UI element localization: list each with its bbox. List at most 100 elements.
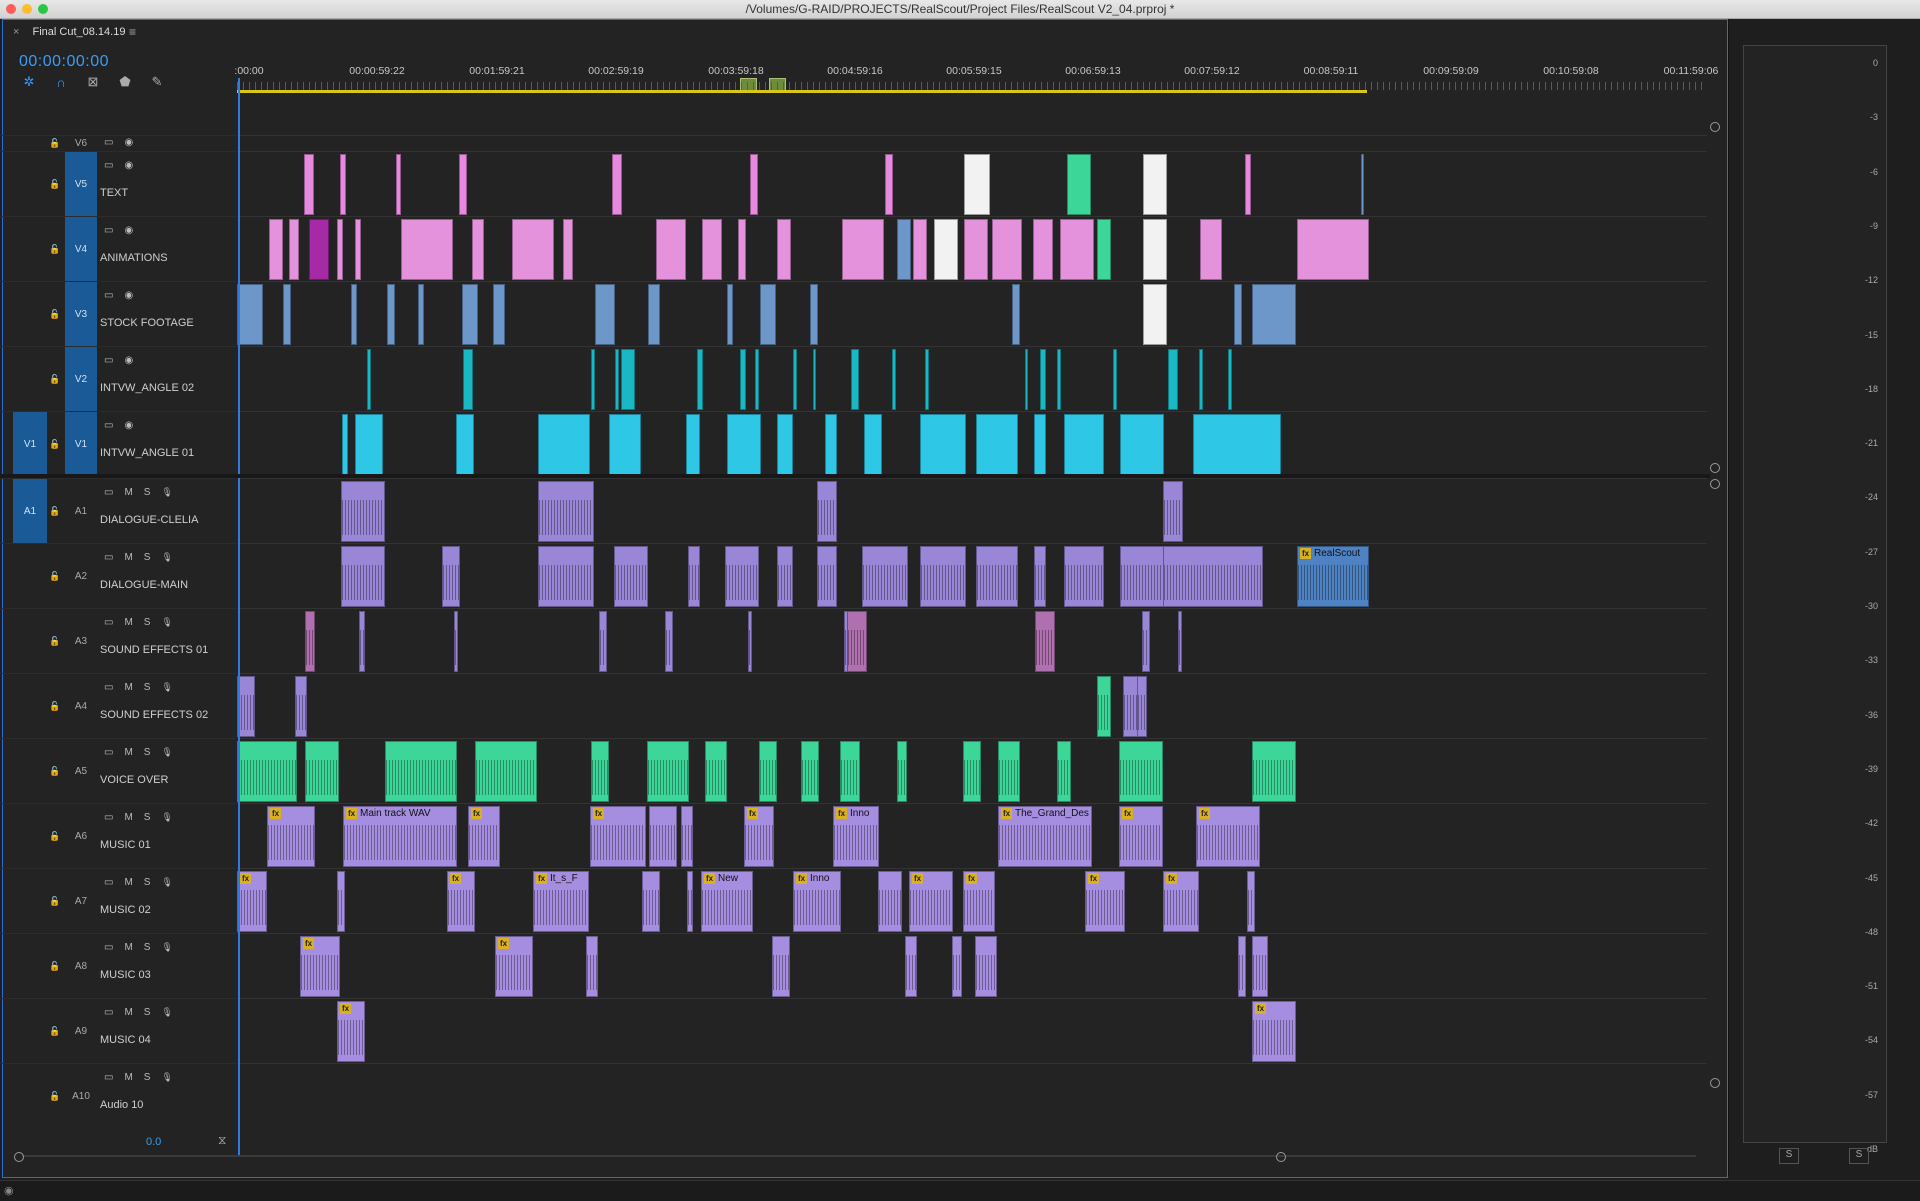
microphone-icon[interactable]: 🎙 (161, 1007, 172, 1018)
audio-clip[interactable] (975, 936, 997, 997)
time-ruler[interactable]: :00:00 00:00:59:22 00:01:59:21 00:02:59:19 0… (234, 32, 1718, 93)
video-clip[interactable] (304, 154, 314, 215)
audio-clip[interactable] (1057, 741, 1071, 802)
eye-icon[interactable]: ◉ (124, 290, 133, 301)
track-lane-a2[interactable]: fx RealScout (237, 543, 1707, 609)
mute-button[interactable]: M (124, 812, 132, 823)
audio-clip[interactable] (649, 806, 677, 867)
video-clip[interactable] (1245, 154, 1251, 215)
status-icon[interactable]: ◉ (4, 1184, 14, 1197)
track-name[interactable]: MUSIC 03 (100, 969, 151, 981)
audio-clip[interactable] (385, 741, 457, 802)
meter-solo-left[interactable]: S (1779, 1148, 1799, 1164)
video-clip[interactable] (367, 349, 371, 410)
scroll-left-knob[interactable] (14, 1152, 24, 1162)
video-clip[interactable] (387, 284, 395, 345)
video-clip[interactable] (538, 414, 590, 475)
playhead[interactable] (238, 78, 240, 1155)
lock-icon[interactable]: 🔓 (49, 1026, 60, 1037)
audio-clip[interactable] (687, 871, 693, 932)
audio-clip[interactable] (1247, 871, 1255, 932)
video-clip[interactable] (340, 154, 346, 215)
audio-clip[interactable] (591, 741, 609, 802)
audio-clip[interactable]: fx (300, 936, 340, 997)
audio-clip[interactable] (614, 546, 648, 607)
audio-clip[interactable] (963, 741, 981, 802)
video-clip[interactable] (289, 219, 299, 280)
video-clip[interactable] (1033, 219, 1053, 280)
track-target-a10[interactable]: A10 (65, 1064, 97, 1129)
add-marker-icon[interactable]: ⬟ (117, 74, 133, 90)
track-target-a1[interactable]: A1 (65, 479, 97, 544)
audio-clip[interactable] (341, 546, 385, 607)
video-clip[interactable] (1120, 414, 1164, 475)
video-clip[interactable] (1057, 349, 1061, 410)
audio-clip[interactable]: fx (1119, 806, 1163, 867)
video-clip[interactable] (563, 219, 573, 280)
track-lane-v1[interactable] (237, 411, 1707, 477)
sequence-tab[interactable]: × Final Cut_08.14.19 (13, 26, 125, 38)
wrench-settings-icon[interactable]: ✎ (149, 74, 165, 90)
audio-clip[interactable] (952, 936, 962, 997)
video-clip[interactable] (755, 349, 759, 410)
audio-clip[interactable] (998, 741, 1020, 802)
audio-clip[interactable]: fx (337, 1001, 365, 1062)
lock-icon[interactable]: 🔓 (49, 636, 60, 647)
eye-icon[interactable]: ◉ (124, 420, 133, 431)
audio-clip[interactable]: fx (468, 806, 500, 867)
video-clip[interactable] (463, 349, 473, 410)
track-lane-v2[interactable] (237, 346, 1707, 412)
audio-clip[interactable] (1142, 611, 1150, 672)
lock-icon[interactable]: 🔓 (49, 896, 60, 907)
audio-clip[interactable] (920, 546, 966, 607)
audio-clip[interactable] (341, 481, 385, 542)
toggle-sync-icon[interactable]: ▭ (104, 160, 113, 171)
lock-icon[interactable]: 🔓 (49, 374, 60, 385)
video-clip[interactable] (418, 284, 424, 345)
toggle-sync-icon[interactable]: ▭ (104, 1007, 113, 1018)
audio-clip[interactable] (777, 546, 793, 607)
mute-button[interactable]: M (124, 487, 132, 498)
video-clip[interactable] (892, 349, 896, 410)
video-clip[interactable] (609, 414, 641, 475)
video-clip[interactable] (777, 219, 791, 280)
track-name[interactable]: DIALOGUE-CLELIA (100, 514, 198, 526)
microphone-icon[interactable]: 🎙 (161, 942, 172, 953)
video-clip[interactable] (342, 414, 348, 475)
track-name[interactable]: MUSIC 04 (100, 1034, 151, 1046)
audio-clip[interactable]: fx (909, 871, 953, 932)
solo-button[interactable]: S (144, 747, 151, 758)
work-area-bar[interactable] (237, 90, 1367, 93)
solo-button[interactable]: S (144, 1007, 151, 1018)
video-clip[interactable] (793, 349, 797, 410)
video-clip[interactable] (1012, 284, 1020, 345)
track-name[interactable]: SOUND EFFECTS 02 (100, 709, 208, 721)
playhead-timecode[interactable]: 00:00:00:00 (19, 53, 109, 71)
toggle-sync-icon[interactable]: ▭ (104, 552, 113, 563)
audio-clip[interactable]: fx The_Grand_Des (998, 806, 1092, 867)
video-clip[interactable] (621, 349, 635, 410)
toggle-sync-icon[interactable]: ▭ (104, 877, 113, 888)
toggle-sync-icon[interactable]: ▭ (104, 747, 113, 758)
source-patch-v1[interactable]: V1 (13, 412, 47, 477)
lock-icon[interactable]: 🔓 (49, 766, 60, 777)
video-clip[interactable] (976, 414, 1018, 475)
video-clip[interactable] (1143, 284, 1167, 345)
solo-button[interactable]: S (144, 812, 151, 823)
video-clip[interactable] (355, 414, 383, 475)
audio-clip[interactable]: fx (963, 871, 995, 932)
track-lane-a3[interactable] (237, 608, 1707, 674)
video-clip[interactable] (512, 219, 554, 280)
toggle-sync-icon[interactable]: ▭ (104, 487, 113, 498)
video-clip[interactable] (1252, 284, 1296, 345)
track-name[interactable]: STOCK FOOTAGE (100, 317, 194, 329)
video-clip[interactable] (462, 284, 478, 345)
video-clip[interactable] (351, 284, 357, 345)
toggle-sync-icon[interactable]: ▭ (104, 355, 113, 366)
toggle-sync-icon[interactable]: ▭ (104, 137, 113, 148)
microphone-icon[interactable]: 🎙 (161, 877, 172, 888)
video-clip[interactable] (825, 414, 837, 475)
toggle-sync-icon[interactable]: ▭ (104, 812, 113, 823)
audio-clip[interactable] (688, 546, 700, 607)
track-lane-v6[interactable] (237, 135, 1707, 152)
